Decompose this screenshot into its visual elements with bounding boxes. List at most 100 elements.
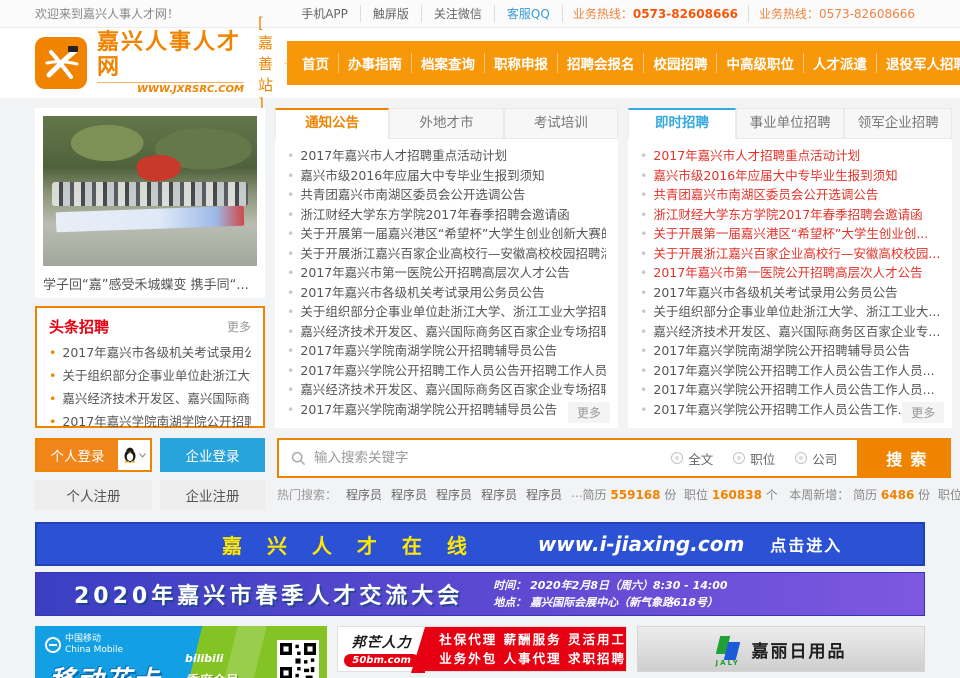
tab-public-institution-recruit[interactable]: 事业单位招聘	[736, 108, 844, 139]
notice-item[interactable]: 共青团嘉兴市南湖区委员会公开选调公告	[287, 185, 606, 205]
station-selector[interactable]: [ 嘉善站 ]	[258, 14, 287, 113]
qq-login-dropdown[interactable]	[118, 440, 150, 470]
recruit-item[interactable]: 2017年嘉兴学院公开招聘工作人员公告工作人员...	[640, 380, 940, 400]
hot-term[interactable]: 程序员	[391, 486, 427, 503]
hotline-1: 业务热线：0573-82608666	[563, 5, 748, 22]
topbar-link-app[interactable]: 手机APP	[289, 5, 361, 22]
company-register-button[interactable]: 企业注册	[160, 480, 265, 510]
topbar-link-touch[interactable]: 触屏版	[361, 5, 422, 22]
qq-penguin-icon	[123, 447, 137, 463]
ads-row: 中国移动China Mobile bilibili 移动花卡 季度会员	[35, 626, 925, 678]
hot-term[interactable]: 程序员	[481, 486, 517, 503]
notice-item[interactable]: 2017年嘉兴市第一医院公开招聘高层次人才公告	[287, 263, 606, 283]
recruit-item[interactable]: 关于开展浙江嘉兴百家企业高校行—安徽高校校园...	[640, 244, 940, 264]
bangmang-url: 50bm.com	[344, 654, 419, 667]
recruit-item[interactable]: 浙江财经大学东方学院2017年春季招聘会邀请函	[640, 205, 940, 225]
left-column: 学子回“嘉”感受禾城蝶变 携手同“... 头条招聘 更多 2017年嘉兴市各级机…	[35, 108, 265, 428]
jaly-ad-column: JALY 嘉丽日用品	[637, 626, 925, 678]
notice-item[interactable]: 关于开展第一届嘉兴港区“希望杯”大学生创业创新大赛的通知	[287, 224, 606, 244]
headline-more-link[interactable]: 更多	[227, 318, 251, 335]
recruit-item[interactable]: 2017年嘉兴学院公开招聘工作人员公告工作人员...	[640, 361, 940, 381]
notice-item[interactable]: 嘉兴经济技术开发区、嘉兴国际商务区百家企业专场招聘会公告	[287, 380, 606, 400]
tab-exam-training[interactable]: 考试培训	[504, 108, 618, 139]
tab-outside-market[interactable]: 外地才市	[389, 108, 503, 139]
nav-item[interactable]: 职称申报	[484, 53, 557, 73]
headline-job-item[interactable]: 嘉兴经济技术开发区、嘉兴国际商务...	[49, 387, 251, 410]
notice-item[interactable]: 浙江财经大学东方学院2017年春季招聘会邀请函	[287, 205, 606, 225]
notice-more-link[interactable]: 更多	[568, 402, 610, 423]
hot-term[interactable]: 程序员	[436, 486, 472, 503]
china-mobile-icon	[45, 637, 61, 653]
topbar-link-wechat[interactable]: 关注微信	[422, 5, 495, 22]
china-mobile-ad[interactable]: 中国移动China Mobile bilibili 移动花卡 季度会员	[35, 626, 327, 678]
photo-caption[interactable]: 学子回“嘉”感受禾城蝶变 携手同“...	[43, 274, 257, 293]
recruit-item[interactable]: 共青团嘉兴市南湖区委员会公开选调公告	[640, 185, 940, 205]
notice-item[interactable]: 2017年嘉兴市人才招聘重点活动计划	[287, 146, 606, 166]
recruit-item[interactable]: 关于开展第一届嘉兴港区“希望杯”大学生创业创...	[640, 224, 940, 244]
nav-item[interactable]: 退役军人招聘	[876, 53, 960, 73]
bangmang-hr-ad[interactable]: 邦芒人力 50bm.com 社保代理 薪酬服务 灵活用工 业务外包 人事代理 求…	[337, 626, 627, 672]
personal-login-button[interactable]: 个人登录	[35, 438, 152, 472]
radio-company[interactable]: 公司	[795, 449, 837, 468]
jiaxing-talent-online-banner[interactable]: 嘉 兴 人 才 在 线 www.i-jiaxing.com 点击进入	[35, 522, 925, 566]
mobile-card-title: 移动花卡	[49, 660, 161, 678]
recruit-more-link[interactable]: 更多	[902, 402, 944, 423]
main-nav: 首页办事指南档案查询职称申报招聘会报名校园招聘中高级职位人才派遣退役军人招聘	[287, 41, 960, 85]
nav-item[interactable]: 档案查询	[411, 53, 484, 73]
banner2-time: 时间： 2020年2月8日（周六）8:30 - 14:00	[493, 577, 727, 594]
radio-fulltext[interactable]: 全文	[671, 449, 713, 468]
recruit-item[interactable]: 2017年嘉兴学院公开招聘工作人员公告工作...	[640, 400, 940, 420]
site-logo-icon[interactable]	[35, 37, 87, 89]
topbar-link-qq[interactable]: 客服QQ	[495, 5, 563, 22]
group-of-people-shape	[52, 182, 249, 206]
search-button[interactable]: 搜索	[859, 438, 951, 478]
company-login-button[interactable]: 企业登录	[160, 438, 265, 472]
nav-item[interactable]: 办事指南	[338, 53, 411, 73]
recruit-item[interactable]: 2017年嘉兴市第一医院公开招聘高层次人才公告	[640, 263, 940, 283]
notice-item[interactable]: 嘉兴市级2016年应届大中专毕业生报到须知	[287, 166, 606, 186]
banner1-title: 嘉 兴 人 才 在 线	[222, 530, 476, 559]
recruit-item[interactable]: 嘉兴经济技术开发区、嘉兴国际商务区百家企业专...	[640, 322, 940, 342]
recruit-item[interactable]: 2017年嘉兴市人才招聘重点活动计划	[640, 146, 940, 166]
chevron-down-icon	[139, 453, 146, 458]
recruit-item[interactable]: 关于组织部分企事业单位赴浙江大学、浙江工业大...	[640, 302, 940, 322]
notice-item[interactable]: 嘉兴经济技术开发区、嘉兴国际商务区百家企业专场招聘会公告	[287, 322, 606, 342]
nav-item[interactable]: 人才派遣	[803, 53, 876, 73]
site-identity[interactable]: 嘉兴人事人才网 WWW.JXRSRC.COM	[97, 31, 244, 94]
headline-job-item[interactable]: 2017年嘉兴学院南湖学院公开招聘辅...	[49, 410, 251, 433]
news-photo[interactable]	[43, 116, 257, 266]
spring-job-fair-banner[interactable]: 2020年嘉兴市春季人才交流大会 时间： 2020年2月8日（周六）8:30 -…	[35, 572, 925, 616]
headline-job-item[interactable]: 关于组织部分企事业单位赴浙江大学...	[49, 364, 251, 387]
notice-item[interactable]: 2017年嘉兴市各级机关考试录用公务员公告	[287, 283, 606, 303]
headline-job-item[interactable]: 2017年嘉兴市各级机关考试录用公务...	[49, 341, 251, 364]
qr-code	[277, 640, 319, 678]
hot-term[interactable]: 程序员	[526, 486, 562, 503]
notice-item[interactable]: 2017年嘉兴学院公开招聘工作人员公告开招聘工作人员公告开...	[287, 361, 606, 381]
topbar: 欢迎来到嘉兴人事人才网！ 手机APP 触屏版 关注微信 客服QQ 业务热线：05…	[0, 0, 960, 28]
hot-term[interactable]: 程序员	[346, 486, 382, 503]
jaly-daily-goods-ad[interactable]: JALY 嘉丽日用品	[637, 626, 925, 672]
tab-notice-announcements[interactable]: 通知公告	[275, 108, 389, 139]
headline-jobs-box: 头条招聘 更多 2017年嘉兴市各级机关考试录用公务...关于组织部分企事业单位…	[35, 306, 265, 428]
jaly-logo-icon: JALY	[716, 636, 742, 662]
nav-item[interactable]: 招聘会报名	[557, 53, 644, 73]
notice-item[interactable]: 2017年嘉兴学院南湖学院公开招聘辅导员公告	[287, 400, 606, 420]
search-input[interactable]	[314, 450, 663, 466]
nav-item[interactable]: 首页	[293, 53, 338, 73]
tab-instant-recruit[interactable]: 即时招聘	[628, 108, 736, 139]
tab-leading-enterprise-recruit[interactable]: 领军企业招聘	[844, 108, 952, 139]
nav-item[interactable]: 校园招聘	[643, 53, 716, 73]
recruit-tabs: 即时招聘 事业单位招聘 领军企业招聘	[628, 108, 952, 139]
notice-item[interactable]: 关于开展浙江嘉兴百家企业高校行—安徽高校校园招聘活动的通...	[287, 244, 606, 264]
recruit-list-highlight: 2017年嘉兴市人才招聘重点活动计划嘉兴市级2016年应届大中专毕业生报到须知共…	[628, 139, 952, 283]
bangmang-name: 邦芒人力	[352, 632, 412, 652]
right-column: 即时招聘 事业单位招聘 领军企业招聘 2017年嘉兴市人才招聘重点活动计划嘉兴市…	[628, 108, 952, 428]
nav-item[interactable]: 中高级职位	[716, 53, 803, 73]
notice-item[interactable]: 2017年嘉兴学院南湖学院公开招聘辅导员公告	[287, 341, 606, 361]
recruit-item[interactable]: 2017年嘉兴学院南湖学院公开招聘辅导员公告	[640, 341, 940, 361]
notice-item[interactable]: 关于组织部分企事业单位赴浙江大学、浙江工业大学招聘人才的...	[287, 302, 606, 322]
personal-register-button[interactable]: 个人注册	[35, 480, 152, 510]
radio-position[interactable]: 职位	[733, 449, 775, 468]
recruit-item[interactable]: 嘉兴市级2016年应届大中专毕业生报到须知	[640, 166, 940, 186]
recruit-item[interactable]: 2017年嘉兴市各级机关考试录用公务员公告	[640, 283, 940, 303]
